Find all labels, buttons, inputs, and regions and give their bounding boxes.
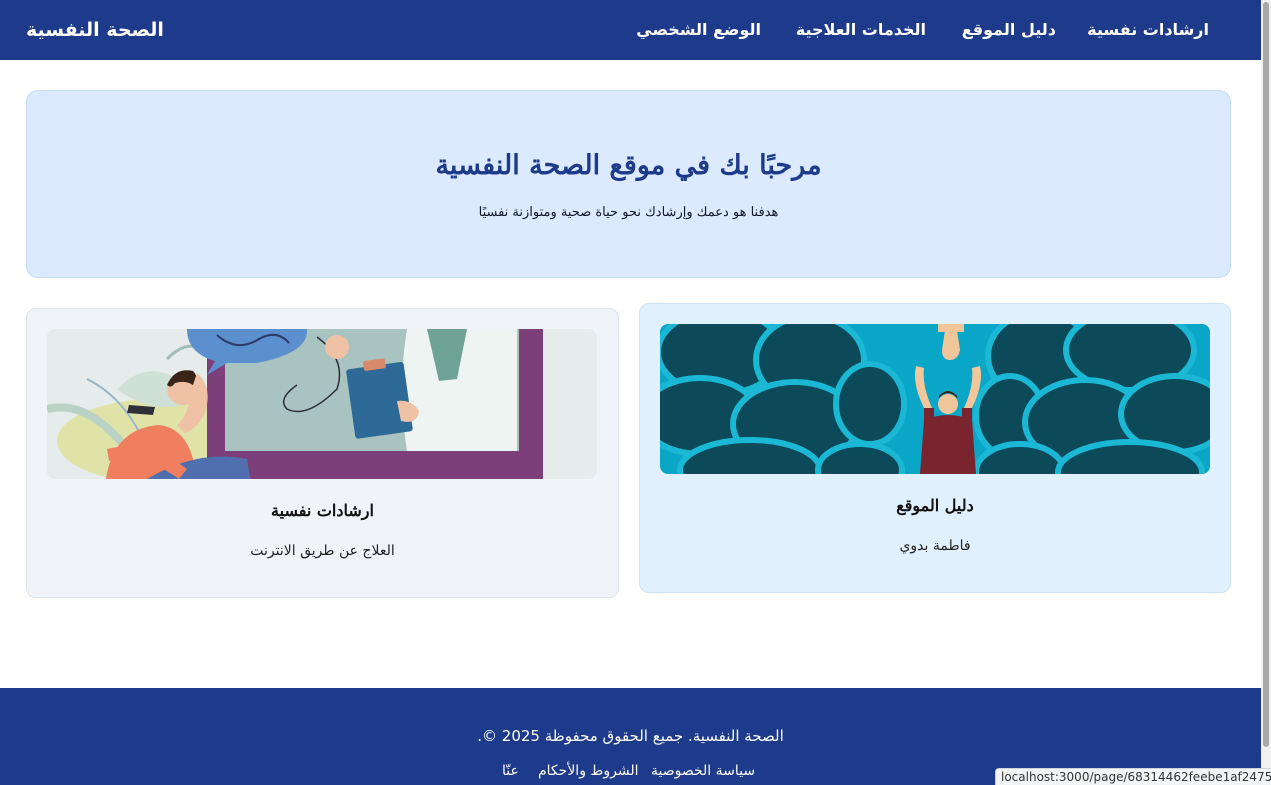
card-title: دليل الموقع [896, 496, 974, 515]
card-site-guide[interactable]: دليل الموقع فاطمة بدوي [639, 303, 1231, 593]
online-therapy-illustration [47, 329, 597, 479]
site-brand[interactable]: الصحة النفسية [26, 18, 164, 42]
footer-link-terms[interactable]: الشروط والأحكام [538, 762, 638, 780]
nav-link-psych-guidance[interactable]: ارشادات نفسية [1087, 20, 1209, 40]
nav-link-personal-mode[interactable]: الوضع الشخصي [636, 20, 761, 40]
top-navbar: ارشادات نفسية دليل الموقع الخدمات العلاج… [0, 0, 1261, 60]
card-psych-guidance[interactable]: ارشادات نفسية العلاج عن طريق الانترنت [26, 308, 619, 598]
status-bar-url: localhost:3000/page/68314462feebe1af2475… [995, 768, 1271, 785]
scrollbar-thumb[interactable] [1263, 2, 1269, 747]
card-description: فاطمة بدوي [899, 538, 971, 554]
copyright-text: الصحة النفسية. جميع الحقوق محفوظة 2025 ©… [477, 727, 784, 745]
hero-subtitle: هدفنا هو دعمك وإرشادك نحو حياة صحية ومتو… [478, 205, 779, 220]
vertical-scrollbar[interactable] [1261, 0, 1271, 785]
card-title: ارشادات نفسية [271, 501, 374, 520]
footer-link-privacy[interactable]: سياسة الخصوصية [651, 762, 755, 780]
brain-illustration [660, 324, 1210, 474]
hero-banner: مرحبًا بك في موقع الصحة النفسية هدفنا هو… [26, 90, 1231, 278]
nav-link-therapy-services[interactable]: الخدمات العلاجية [796, 20, 926, 40]
hero-title: مرحبًا بك في موقع الصحة النفسية [435, 150, 822, 181]
card-description: العلاج عن طريق الانترنت [250, 543, 395, 559]
footer-link-about[interactable]: عنّا [502, 762, 519, 780]
nav-link-site-guide[interactable]: دليل الموقع [962, 20, 1056, 40]
